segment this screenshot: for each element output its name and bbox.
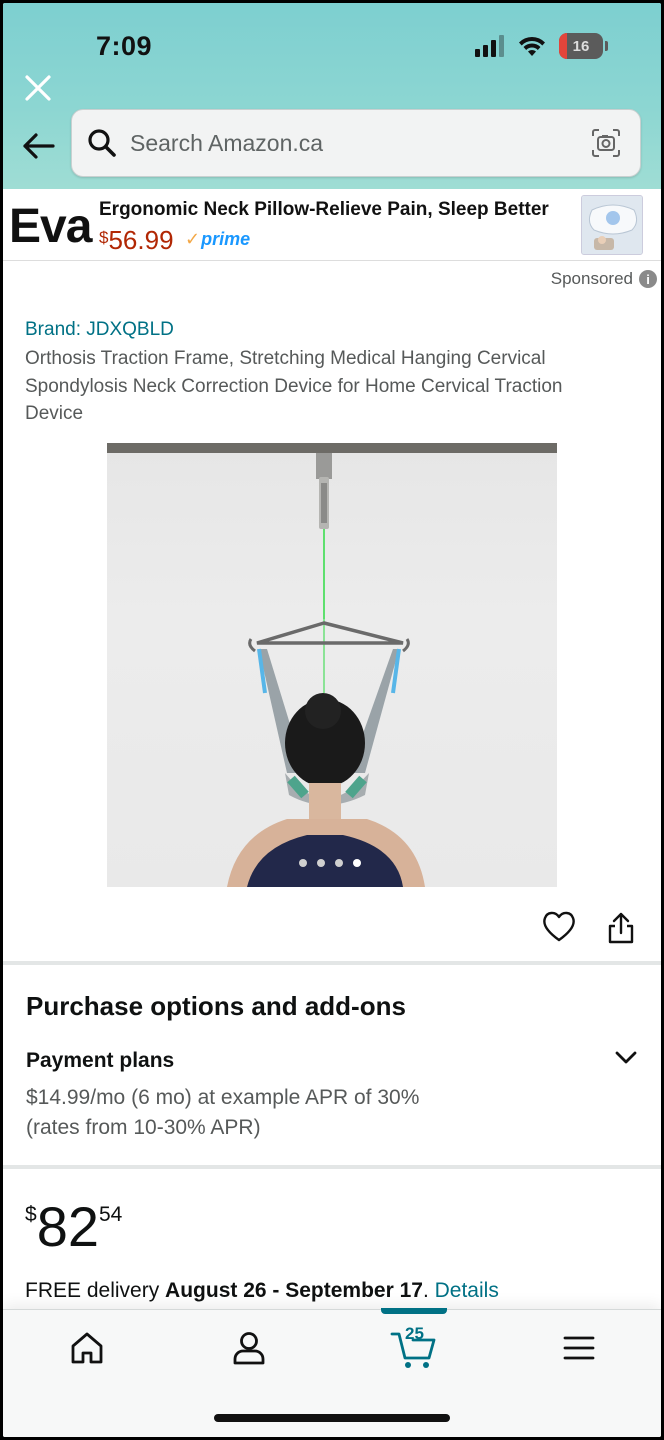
section-divider — [3, 1165, 661, 1169]
ad-product-thumbnail[interactable] — [581, 195, 643, 255]
search-input[interactable] — [130, 129, 590, 157]
ad-brand-logo: Eva — [9, 200, 92, 253]
brand-link[interactable]: Brand: JDXQBLD — [25, 319, 174, 341]
payment-plans-title[interactable]: Payment plans — [26, 1049, 174, 1073]
chevron-down-icon[interactable] — [613, 1047, 639, 1067]
home-indicator[interactable] — [214, 1414, 450, 1422]
prime-badge: ✓prime — [185, 229, 251, 249]
back-arrow-icon[interactable] — [19, 127, 57, 165]
delivery-dates: August 26 - September 17 — [165, 1279, 423, 1302]
active-tab-indicator — [381, 1308, 447, 1314]
ad-price: $56.99 — [99, 225, 174, 255]
battery-icon: 16 — [559, 33, 608, 59]
app-screen: 7:09 16 Search Amazon.ca Eva Ergonomic N… — [3, 3, 661, 1437]
ad-title: Ergonomic Neck Pillow-Relieve Pain, Slee… — [99, 199, 549, 220]
payment-plan-apr-range: (rates from 10-30% APR) — [26, 1116, 261, 1139]
menu-icon[interactable] — [557, 1326, 601, 1370]
search-icon — [88, 129, 116, 157]
bottom-nav-bar: 25 — [3, 1308, 661, 1437]
account-icon[interactable] — [227, 1326, 271, 1370]
wishlist-heart-icon[interactable] — [541, 909, 577, 943]
camera-search-icon[interactable] — [590, 127, 622, 159]
info-icon[interactable]: i — [639, 270, 657, 288]
product-price: $8254 — [25, 1195, 123, 1258]
cellular-signal-icon — [475, 35, 504, 57]
payment-plan-terms: $14.99/mo (6 mo) at example APR of 30% — [26, 1086, 420, 1109]
status-time: 7:09 — [96, 31, 153, 61]
sponsored-ad-banner[interactable]: Eva Ergonomic Neck Pillow-Relieve Pain, … — [3, 189, 661, 261]
home-icon[interactable] — [65, 1326, 109, 1370]
delivery-info: FREE delivery August 26 - September 17. … — [25, 1279, 499, 1302]
section-divider — [3, 961, 661, 965]
header: 7:09 16 — [3, 3, 661, 189]
cart-count-badge: 25 — [405, 1324, 424, 1343]
delivery-details-link[interactable]: Details — [435, 1279, 499, 1302]
close-icon[interactable] — [21, 71, 55, 105]
sponsored-label[interactable]: Sponsored i — [551, 269, 657, 289]
status-icons: 16 — [475, 33, 608, 59]
purchase-options-title: Purchase options and add-ons — [26, 991, 406, 1021]
search-bar[interactable] — [71, 109, 641, 177]
product-image[interactable] — [107, 443, 557, 887]
share-icon[interactable] — [607, 911, 635, 945]
wifi-icon — [519, 36, 545, 56]
product-title: Orthosis Traction Frame, Stretching Medi… — [25, 348, 563, 424]
